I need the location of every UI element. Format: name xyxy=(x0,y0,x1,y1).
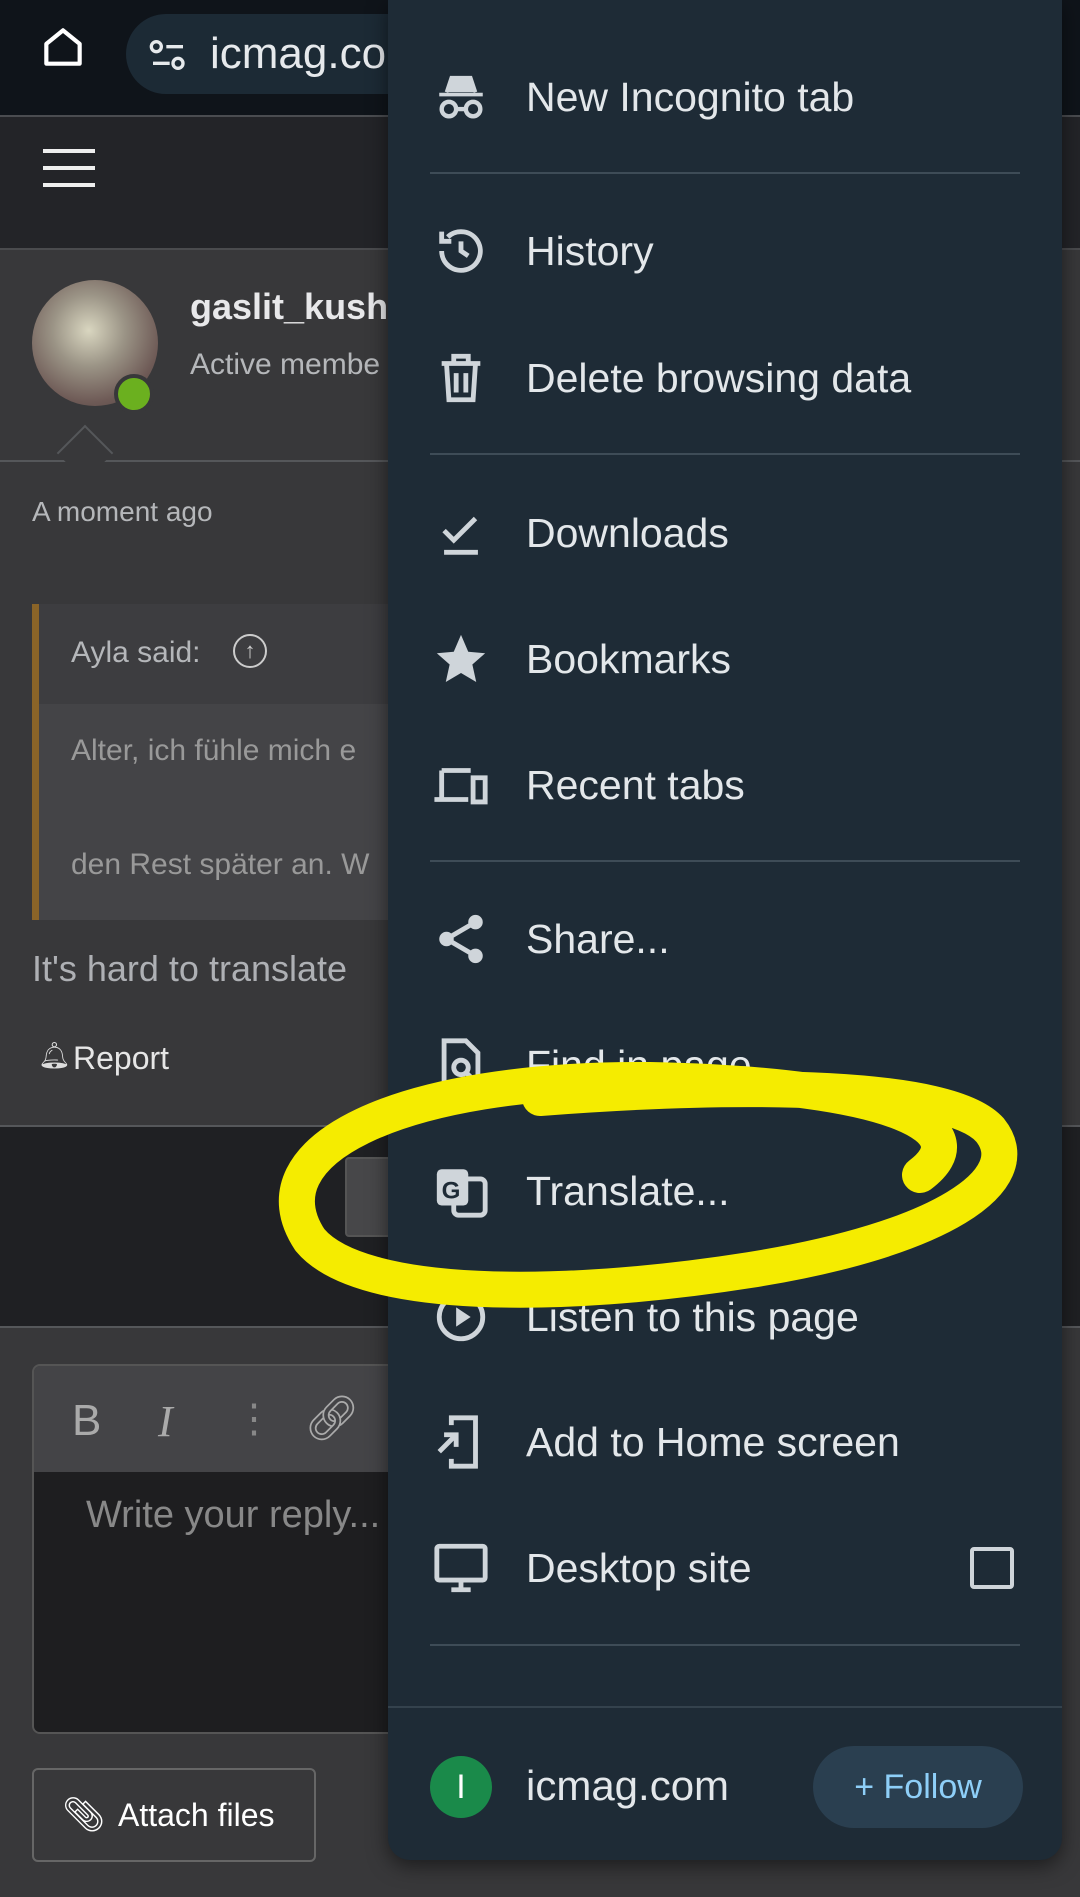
menu-item-share[interactable]: Share... xyxy=(388,884,1062,994)
online-status-icon xyxy=(114,374,154,414)
menu-item-label: Listen to this page xyxy=(526,1293,859,1340)
editor: B I ⋮ 🔗︎ Write your reply... xyxy=(32,1364,432,1734)
download-done-icon xyxy=(442,516,478,555)
menu-item-desktop-site[interactable]: Desktop site xyxy=(388,1513,1062,1623)
more-options-button[interactable]: ⋮ xyxy=(234,1396,274,1442)
trash-icon xyxy=(441,353,481,403)
share-icon xyxy=(439,914,483,964)
site-name: icmag.com xyxy=(526,1762,730,1809)
divider xyxy=(430,1644,1020,1646)
menu-item-label: Translate... xyxy=(526,1167,730,1214)
divider xyxy=(430,453,1020,455)
find-in-page-icon xyxy=(441,1038,481,1092)
menu-item-label: History xyxy=(526,227,654,274)
menu-item-label: Share... xyxy=(526,915,670,962)
menu-item-recent-tabs[interactable]: Recent tabs xyxy=(388,730,1062,840)
svg-text:G: G xyxy=(442,1177,461,1204)
bold-button[interactable]: B xyxy=(72,1396,101,1446)
footer-divider xyxy=(388,1706,1062,1708)
paperclip-icon: 📎︎ xyxy=(62,1796,106,1834)
url-text: icmag.co xyxy=(210,29,387,78)
menu-item-find-in-page[interactable]: Find in page xyxy=(388,1010,1062,1120)
star-icon xyxy=(436,634,486,682)
browser-overflow-menu: New Incognito tab History Delete browsin… xyxy=(388,0,1062,1860)
menu-item-history[interactable]: History xyxy=(388,196,1062,306)
menu-item-label: Downloads xyxy=(526,509,729,556)
menu-item-label: Bookmarks xyxy=(526,635,732,682)
post-time[interactable]: A moment ago xyxy=(32,496,213,528)
italic-button[interactable]: I xyxy=(158,1396,173,1447)
devices-icon xyxy=(434,768,488,805)
translate-icon: G xyxy=(436,1169,488,1218)
menu-item-label: Delete browsing data xyxy=(526,354,912,401)
plus-icon: + xyxy=(854,1768,875,1806)
quote-block: Ayla said: ↑ Alter, ich fühle mich e den… xyxy=(32,604,392,920)
menu-item-label: Add to Home screen xyxy=(526,1418,900,1465)
editor-toolbar: B I ⋮ 🔗︎ xyxy=(34,1366,430,1472)
site-favicon: I xyxy=(430,1756,492,1818)
menu-item-label: Find in page xyxy=(526,1041,752,1088)
menu-item-delete-browsing-data[interactable]: Delete browsing data xyxy=(388,323,1062,433)
bell-icon: 🔔︎ xyxy=(38,1040,72,1070)
add-to-home-icon xyxy=(437,1415,478,1469)
menu-item-new-incognito-tab[interactable]: New Incognito tab xyxy=(388,42,1062,152)
follow-button[interactable]: + Follow xyxy=(813,1746,1023,1828)
quote-author[interactable]: Ayla said: xyxy=(71,636,201,670)
monitor-icon xyxy=(434,1543,488,1593)
attach-files-label: Attach files xyxy=(118,1797,275,1833)
tune-icon[interactable] xyxy=(148,38,188,72)
menu-item-label: Desktop site xyxy=(526,1544,752,1591)
arrow-up-circle-icon[interactable]: ↑ xyxy=(233,634,267,668)
follow-label: Follow xyxy=(883,1768,982,1806)
quote-text-line: den Rest später an. W xyxy=(71,848,370,881)
quote-text-line: Alter, ich fühle mich e xyxy=(71,734,357,767)
reply-placeholder: Write your reply... xyxy=(86,1494,381,1536)
menu-item-label: New Incognito tab xyxy=(526,73,855,120)
menu-item-listen-to-this-page[interactable]: Listen to this page xyxy=(388,1262,1062,1372)
pointer-caret xyxy=(56,424,114,482)
username[interactable]: gaslit_kush xyxy=(190,286,388,328)
divider xyxy=(430,172,1020,174)
prev-arrow-icon[interactable] xyxy=(280,1184,296,1212)
home-icon[interactable] xyxy=(38,22,88,72)
history-icon xyxy=(439,229,483,273)
post-body: It's hard to translate xyxy=(32,948,358,989)
hamburger-menu-icon[interactable] xyxy=(43,149,95,187)
reply-input[interactable]: Write your reply... xyxy=(34,1472,430,1732)
incognito-icon xyxy=(439,75,483,119)
menu-item-label: Recent tabs xyxy=(526,761,745,808)
link-icon[interactable]: 🔗︎ xyxy=(304,1392,360,1444)
user-title: Active membe xyxy=(190,348,381,381)
report-link[interactable]: Report xyxy=(73,1040,169,1077)
menu-item-bookmarks[interactable]: Bookmarks xyxy=(388,604,1062,714)
play-circle-icon xyxy=(436,1292,486,1342)
attach-files-button[interactable]: 📎︎ Attach files xyxy=(32,1768,316,1862)
desktop-site-checkbox[interactable] xyxy=(970,1547,1014,1589)
menu-item-add-to-home-screen[interactable]: Add to Home screen xyxy=(388,1387,1062,1497)
menu-item-translate[interactable]: G Translate... xyxy=(388,1136,1062,1246)
menu-item-downloads[interactable]: Downloads xyxy=(388,478,1062,588)
divider xyxy=(430,860,1020,862)
